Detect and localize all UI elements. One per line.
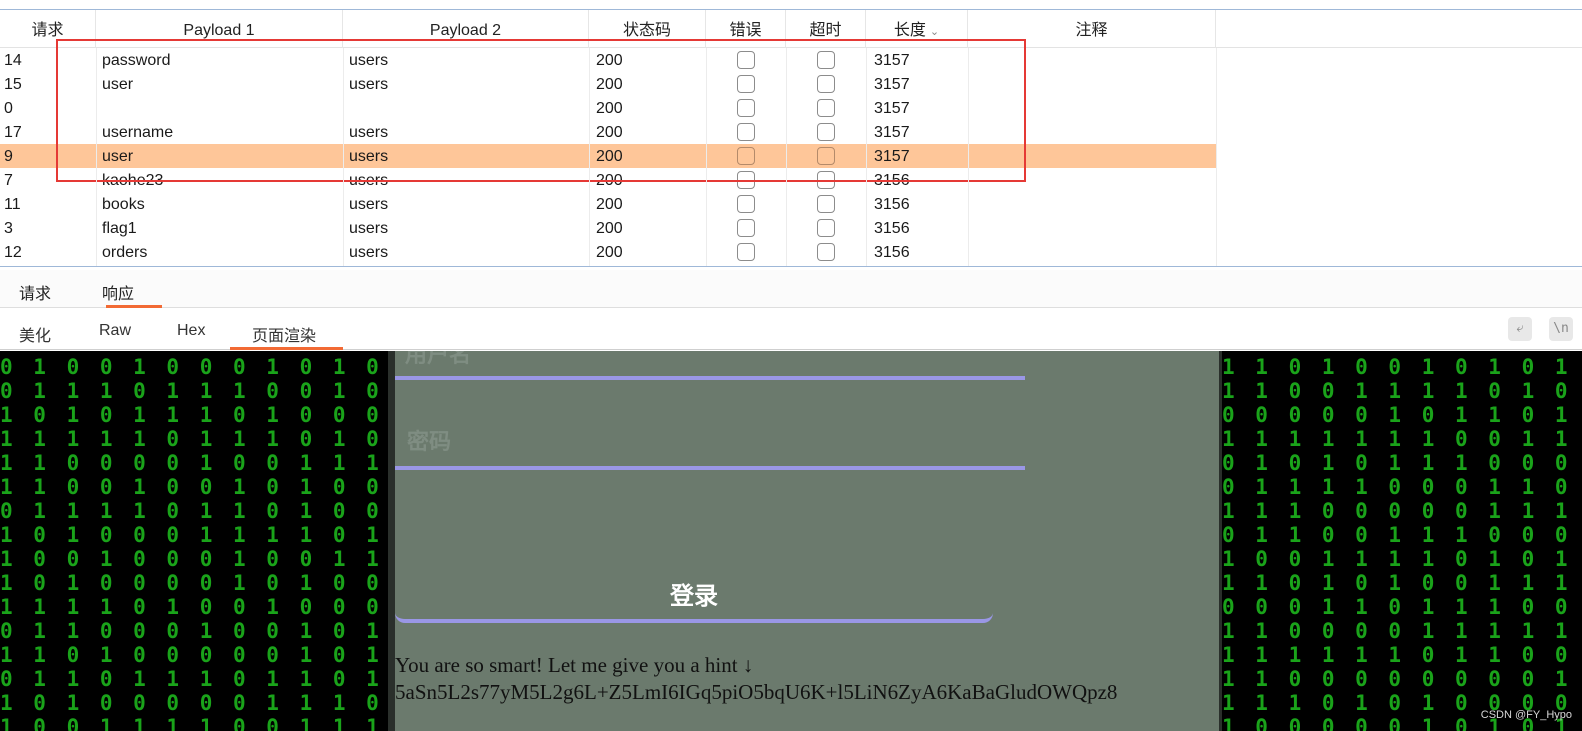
column-divider — [786, 48, 787, 266]
tab-response[interactable]: 响应 — [102, 280, 134, 304]
red-highlight-box — [56, 39, 1026, 182]
hint-code: 5aSn5L2s77yM5L2g6L+Z5LmI6IGq5piO5bqU6K+l… — [395, 680, 1118, 704]
csdn-watermark: CSDN @FY_Hypo — [1480, 709, 1572, 721]
password-field-underline[interactable] — [395, 466, 1025, 470]
column-header-label: Payload 2 — [429, 22, 502, 39]
column-header-label: 错误 — [729, 22, 762, 39]
timeout-checkbox[interactable] — [817, 219, 835, 237]
chevron-down-icon[interactable]: ⌄ — [930, 26, 939, 38]
active-tab-indicator — [106, 305, 162, 308]
column-divider — [968, 48, 969, 266]
error-checkbox[interactable] — [737, 195, 755, 213]
tab-raw[interactable]: Raw — [99, 322, 131, 340]
password-field-placeholder[interactable]: 密码 — [407, 424, 451, 456]
column-header-label: Payload 1 — [183, 22, 255, 39]
cell-payload2: users — [349, 220, 389, 237]
tab-hex[interactable]: Hex — [177, 322, 205, 340]
column-divider — [866, 48, 867, 266]
cell-status: 200 — [596, 244, 623, 261]
cell-payload1: orders — [102, 244, 148, 261]
results-table[interactable]: 请求 Payload 1 Payload 2 状态码 错误 超时 长度 ⌄ 注释 14 passw… — [0, 10, 1582, 266]
request-response-tabbar: 请求 响应 — [0, 270, 1582, 308]
column-divider — [96, 48, 97, 266]
login-button[interactable]: 登录 — [395, 573, 993, 623]
active-view-indicator — [230, 347, 343, 350]
column-divider — [706, 48, 707, 266]
cell-length: 3156 — [874, 196, 910, 213]
username-field-label: 用户名 — [405, 351, 472, 367]
username-field-underline[interactable] — [395, 376, 1025, 380]
tab-render[interactable]: 页面渲染 — [252, 322, 316, 346]
error-checkbox[interactable] — [737, 243, 755, 261]
table-row[interactable]: 3 flag1 users 200 3156 — [0, 216, 1216, 240]
cell-status: 200 — [596, 196, 623, 213]
table-row[interactable]: 12 orders users 200 3156 — [0, 240, 1216, 264]
cell-payload2: users — [349, 196, 389, 213]
cell-request: 3 — [4, 220, 13, 237]
tab-pretty[interactable]: 美化 — [19, 322, 51, 346]
column-header-label: 请求 — [31, 22, 64, 39]
timeout-checkbox[interactable] — [817, 195, 835, 213]
column-header-label: 注释 — [1075, 22, 1108, 39]
cell-length: 3156 — [874, 220, 910, 237]
column-header-label: 状态码 — [622, 22, 671, 39]
hint-text: You are so smart! Let me give you a hint… — [395, 653, 754, 677]
intruder-results-window: { "table": { "columns": [ {"key": "reque… — [0, 0, 1582, 731]
table-bottom-border — [0, 266, 1582, 267]
column-header-label: 超时 — [809, 22, 842, 39]
response-view-tabbar: 美化 Raw Hex 页面渲染 ⤶ \n — [0, 309, 1582, 350]
column-divider — [1216, 48, 1217, 266]
wrap-lines-icon[interactable]: ⤶ — [1508, 317, 1532, 341]
matrix-background-left: 0 1 0 0 1 0 0 0 1 0 1 0 1 0 0 1 0 0 1 0 … — [0, 355, 383, 731]
table-row[interactable]: 11 books users 200 3156 — [0, 192, 1216, 216]
cell-request: 12 — [4, 244, 22, 261]
column-divider — [343, 48, 344, 266]
column-divider — [589, 48, 590, 266]
cell-status: 200 — [596, 220, 623, 237]
matrix-background-right: 1 1 0 1 0 0 1 0 1 0 1 0 0 1 1 1 1 0 0 1 … — [1222, 355, 1572, 731]
rendered-page-view: 0 1 0 0 1 0 0 0 1 0 1 0 1 0 0 1 0 0 1 0 … — [0, 351, 1582, 731]
column-header-label: 长度 — [893, 22, 926, 39]
error-checkbox[interactable] — [737, 219, 755, 237]
tab-request[interactable]: 请求 — [19, 280, 51, 304]
cell-payload1: flag1 — [102, 220, 137, 237]
timeout-checkbox[interactable] — [817, 243, 835, 261]
cell-payload1: books — [102, 196, 145, 213]
cell-request: 11 — [4, 196, 21, 213]
cell-length: 3156 — [874, 244, 910, 261]
cell-payload2: users — [349, 244, 389, 261]
newline-toggle-icon[interactable]: \n — [1549, 317, 1573, 341]
